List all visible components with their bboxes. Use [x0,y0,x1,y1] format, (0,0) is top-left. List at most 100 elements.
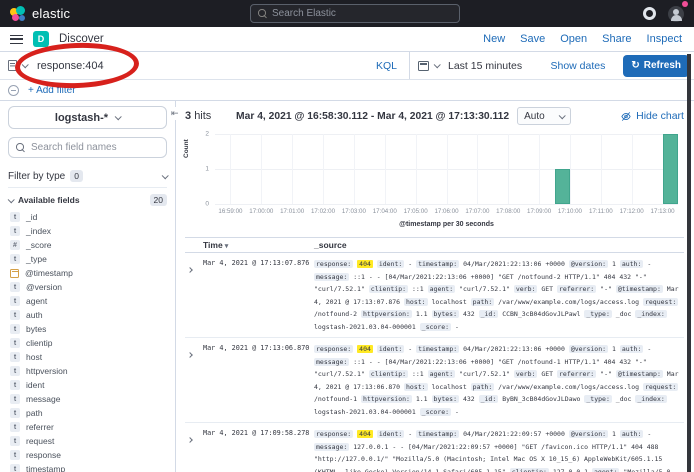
source-field-badge[interactable]: @version: [569,430,608,438]
kql-toggle[interactable]: KQL [376,60,401,72]
time-range-label[interactable]: Last 15 minutes [448,60,522,72]
source-field-badge[interactable]: host: [404,298,428,306]
field-item-@timestamp[interactable]: @timestamp [8,266,167,280]
source-field-badge[interactable]: agent: [592,468,619,472]
add-filter-button[interactable]: + Add filter [28,85,76,96]
field-item-httpversion[interactable]: thttpversion [8,364,167,378]
index-pattern-select[interactable]: logstash-* [8,106,167,129]
source-field-badge[interactable]: response: [314,345,353,353]
chevron-down-icon[interactable] [22,61,29,68]
nav-action-inspect[interactable]: Inspect [647,33,682,45]
filter-by-type[interactable]: Filter by type 0 [8,165,167,188]
source-field-badge[interactable]: message: [314,443,349,451]
source-field-badge[interactable]: @timestamp: [616,285,663,293]
source-field-badge[interactable]: _type: [584,395,611,403]
source-field-badge[interactable]: request: [643,383,678,391]
source-field-badge[interactable]: clientip: [510,468,549,472]
chart-plot-area[interactable] [215,134,678,204]
source-field-badge[interactable]: _score: [420,408,451,416]
source-field-badge[interactable]: verb: [514,370,538,378]
field-item-path[interactable]: tpath [8,406,167,420]
source-field-badge[interactable]: _type: [584,310,611,318]
field-item-host[interactable]: thost [8,350,167,364]
filter-options-icon[interactable] [8,85,19,96]
chevron-down-icon[interactable] [434,61,441,68]
source-field-badge[interactable]: request: [643,298,678,306]
source-field-badge[interactable]: message: [314,273,349,281]
user-avatar[interactable] [668,6,684,22]
saved-query-icon[interactable] [8,60,17,71]
source-field-badge[interactable]: ident: [377,260,404,268]
source-field-badge[interactable]: timestamp: [416,345,459,353]
source-field-badge[interactable]: agent: [428,285,455,293]
source-field-badge[interactable]: verb: [514,285,538,293]
field-search[interactable] [8,137,167,158]
source-field-badge[interactable]: ident: [377,430,404,438]
source-field-badge[interactable]: _id: [479,310,499,318]
source-field-badge[interactable]: message: [314,358,349,366]
source-field-badge[interactable]: agent: [428,370,455,378]
field-item-request[interactable]: trequest [8,434,167,448]
available-fields-header[interactable]: Available fields 20 [8,194,167,206]
help-icon[interactable] [643,7,656,20]
collapse-sidebar-icon[interactable]: ⇤ [170,107,180,120]
source-field-badge[interactable]: timestamp: [416,260,459,268]
field-item-message[interactable]: tmessage [8,392,167,406]
source-field-badge[interactable]: auth: [620,430,644,438]
column-header-source[interactable]: _source [314,240,684,250]
nav-action-new[interactable]: New [483,33,505,45]
source-field-badge[interactable]: httpversion: [361,395,412,403]
source-field-badge[interactable]: auth: [620,345,644,353]
histogram-bar[interactable] [663,134,678,204]
field-item-referrer[interactable]: treferrer [8,420,167,434]
row-expand-icon[interactable] [185,343,198,418]
row-expand-icon[interactable] [185,428,198,472]
field-item-_score[interactable]: #_score [8,238,167,252]
source-field-badge[interactable]: _index: [635,395,666,403]
source-field-badge[interactable]: response: [314,430,353,438]
query-input[interactable]: response:404 KQL [0,52,410,79]
source-field-badge[interactable]: timestamp: [416,430,459,438]
field-item-_index[interactable]: t_index [8,224,167,238]
source-field-badge[interactable]: clientip: [369,370,408,378]
source-field-badge[interactable]: bytes: [432,395,459,403]
source-field-badge[interactable]: ident: [377,345,404,353]
interval-select[interactable]: Auto [517,107,571,125]
field-item-agent[interactable]: tagent [8,294,167,308]
show-dates-button[interactable]: Show dates [550,60,605,72]
source-field-badge[interactable]: @version: [569,260,608,268]
field-item-response[interactable]: tresponse [8,448,167,462]
nav-action-share[interactable]: Share [602,33,631,45]
elastic-brand[interactable]: elastic [10,6,70,22]
field-item-ident[interactable]: tident [8,378,167,392]
nav-action-open[interactable]: Open [560,33,587,45]
calendar-icon[interactable] [418,61,429,71]
column-header-time[interactable]: Time▾ [203,240,309,250]
source-field-badge[interactable]: host: [404,383,428,391]
source-field-badge[interactable]: clientip: [369,285,408,293]
source-field-badge[interactable]: auth: [620,260,644,268]
source-field-badge[interactable]: path: [471,383,495,391]
source-field-badge[interactable]: referrer: [557,285,596,293]
source-field-badge[interactable]: bytes: [432,310,459,318]
menu-icon[interactable] [10,35,23,44]
source-field-badge[interactable]: _id: [479,395,499,403]
field-item-_id[interactable]: t_id [8,210,167,224]
field-item-bytes[interactable]: tbytes [8,322,167,336]
field-item-clientip[interactable]: tclientip [8,336,167,350]
source-field-badge[interactable]: _index: [635,310,666,318]
refresh-button[interactable]: ↻ Refresh [623,55,689,77]
field-search-input[interactable] [31,142,141,153]
scrollbar[interactable] [687,54,691,472]
source-field-badge[interactable]: path: [471,298,495,306]
source-field-badge[interactable]: @timestamp: [616,370,663,378]
global-search-input[interactable]: Search Elastic [250,4,460,23]
source-field-badge[interactable]: httpversion: [361,310,412,318]
query-text[interactable]: response:404 [37,60,371,72]
field-item-@version[interactable]: t@version [8,280,167,294]
source-field-badge[interactable]: referrer: [557,370,596,378]
field-item-_type[interactable]: t_type [8,252,167,266]
nav-action-save[interactable]: Save [520,33,545,45]
row-expand-icon[interactable] [185,258,198,333]
source-field-badge[interactable]: @version: [569,345,608,353]
